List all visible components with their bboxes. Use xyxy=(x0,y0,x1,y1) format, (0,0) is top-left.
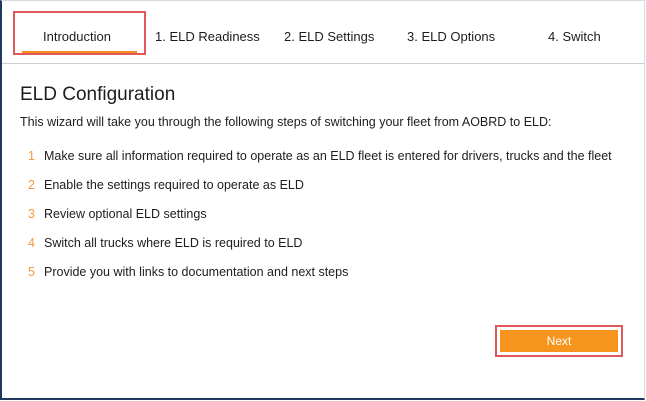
step-number: 3 xyxy=(28,207,35,221)
list-item: 4 Switch all trucks where ELD is require… xyxy=(20,235,630,251)
wizard-window: Introduction 1. ELD Readiness 2. ELD Set… xyxy=(0,0,645,400)
step-number: 1 xyxy=(28,149,35,163)
tab-eld-options[interactable]: 3. ELD Options xyxy=(407,27,495,47)
active-tab-underline xyxy=(22,51,137,53)
step-number: 4 xyxy=(28,236,35,250)
step-number: 5 xyxy=(28,265,35,279)
page-title: ELD Configuration xyxy=(20,84,176,105)
step-text: Enable the settings required to operate … xyxy=(44,178,304,192)
wizard-content: ELD Configuration This wizard will take … xyxy=(20,84,630,279)
wizard-tab-bar: Introduction 1. ELD Readiness 2. ELD Set… xyxy=(2,1,644,64)
tab-introduction[interactable]: Introduction xyxy=(43,27,111,47)
next-button[interactable]: Next xyxy=(500,330,618,352)
tab-switch[interactable]: 4. Switch xyxy=(548,27,601,47)
next-button-highlight: Next xyxy=(495,325,623,357)
list-item: 1 Make sure all information required to … xyxy=(20,148,630,164)
intro-text: This wizard will take you through the fo… xyxy=(20,115,552,129)
step-text: Make sure all information required to op… xyxy=(44,149,612,163)
steps-list: 1 Make sure all information required to … xyxy=(20,148,630,293)
tab-eld-readiness[interactable]: 1. ELD Readiness xyxy=(155,27,260,47)
tab-eld-settings[interactable]: 2. ELD Settings xyxy=(284,27,374,47)
step-number: 2 xyxy=(28,178,35,192)
list-item: 5 Provide you with links to documentatio… xyxy=(20,264,630,280)
step-text: Review optional ELD settings xyxy=(44,207,207,221)
step-text: Provide you with links to documentation … xyxy=(44,265,349,279)
list-item: 3 Review optional ELD settings xyxy=(20,206,630,222)
step-text: Switch all trucks where ELD is required … xyxy=(44,236,303,250)
list-item: 2 Enable the settings required to operat… xyxy=(20,177,630,193)
